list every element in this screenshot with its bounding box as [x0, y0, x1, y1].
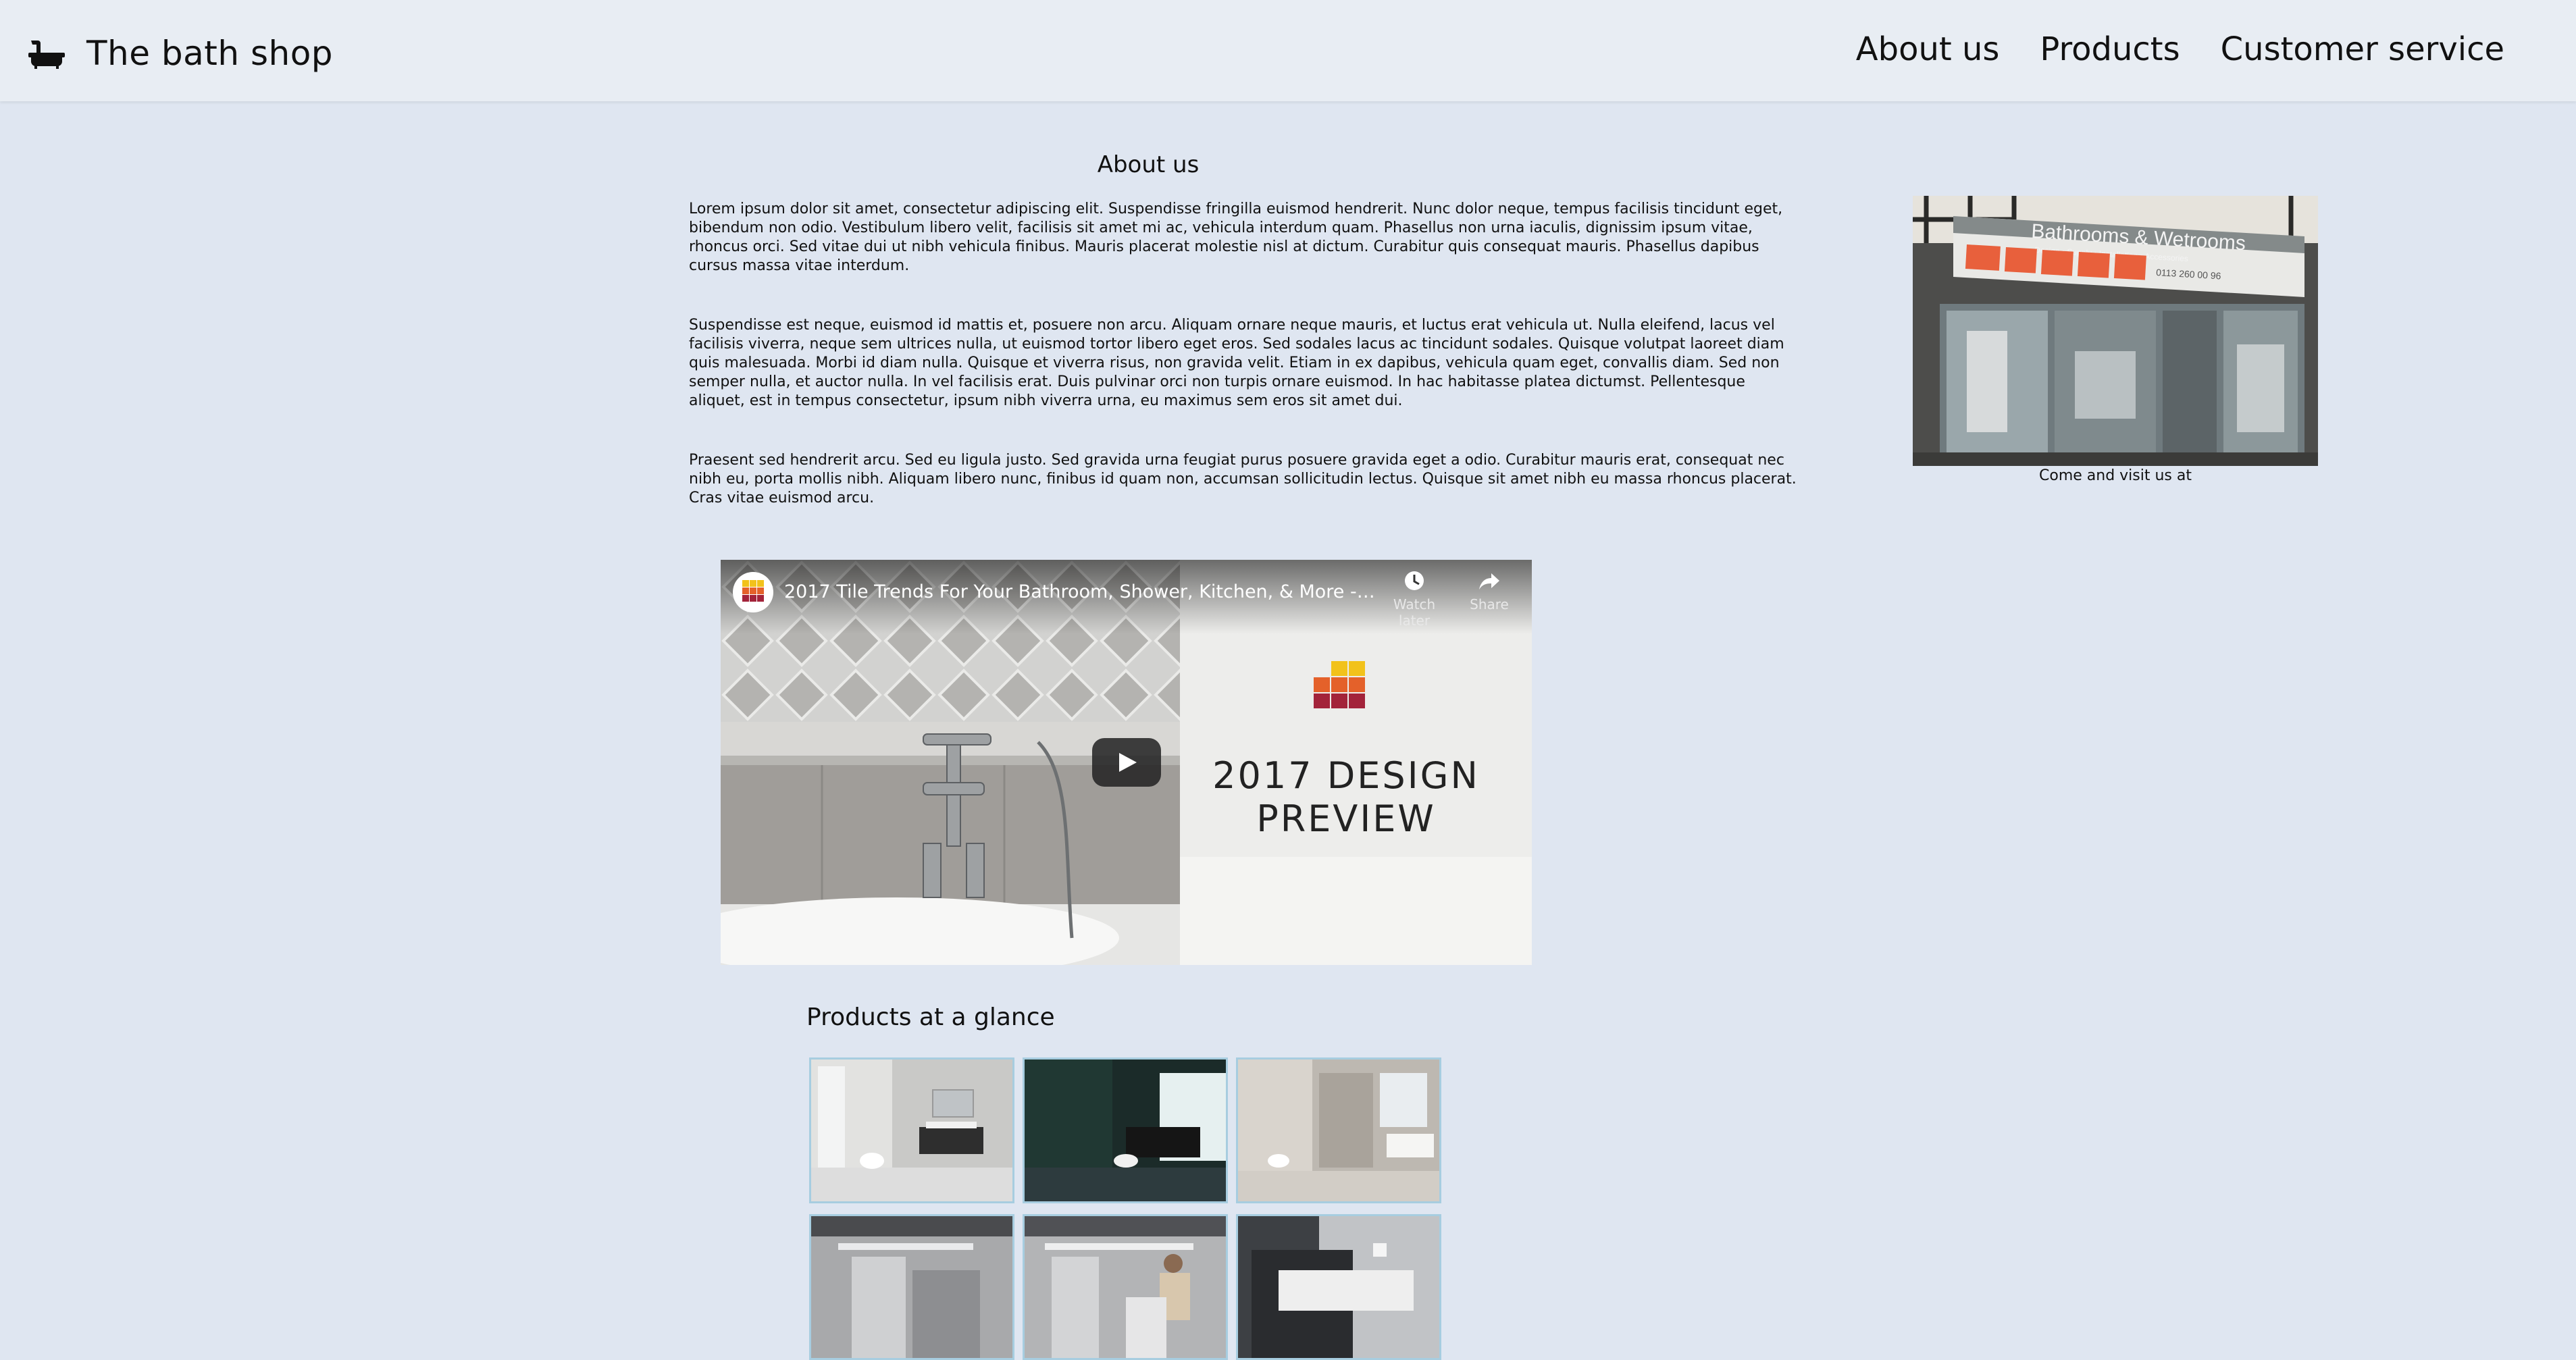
nav-about-us[interactable]: About us: [1856, 30, 2000, 68]
share-icon: [1479, 573, 1499, 590]
nav-products[interactable]: Products: [2040, 30, 2180, 68]
store-caption: Come and visit us at: [2039, 467, 2192, 484]
about-paragraph-1: Lorem ipsum dolor sit amet, consectetur …: [689, 201, 1783, 274]
product-thumbnail-3[interactable]: [1236, 1057, 1441, 1203]
watch-later-label: Watch later: [1393, 596, 1436, 629]
video-embed[interactable]: 2017 DESIGN PREVIEW 2017 Tile Trends For…: [721, 560, 1532, 965]
video-preview-line-1: 2017 DESIGN: [1212, 754, 1480, 797]
play-icon: [1119, 753, 1137, 772]
bathroom-photo-6: [1238, 1216, 1439, 1358]
bathroom-photo-4: [811, 1216, 1012, 1358]
bathroom-photo-2: [1025, 1060, 1226, 1201]
play-button[interactable]: [1092, 738, 1161, 787]
bathroom-photo-1: [811, 1060, 1012, 1201]
channel-logo[interactable]: [733, 572, 773, 612]
nav-customer-service[interactable]: Customer service: [2221, 30, 2504, 68]
brand[interactable]: The bath shop: [27, 30, 333, 77]
video-title[interactable]: 2017 Tile Trends For Your Bathroom, Show…: [784, 581, 1379, 602]
products-heading: Products at a glance: [806, 1003, 1055, 1031]
share-label: Share: [1470, 596, 1509, 612]
about-paragraph-3: Praesent sed hendrerit arcu. Sed eu ligu…: [689, 452, 1797, 506]
brand-name: The bath shop: [86, 34, 334, 73]
video-preview-line-2: PREVIEW: [1256, 797, 1436, 840]
store-front-photo: Bathrooms & Wetrooms Design • Supply • I…: [1913, 196, 2318, 466]
product-thumbnail-4[interactable]: [809, 1214, 1014, 1360]
products-gallery: [809, 1057, 1444, 1360]
product-thumbnail-1[interactable]: [809, 1057, 1014, 1203]
watch-later-button[interactable]: Watch later: [1384, 569, 1445, 629]
store-figure: Bathrooms & Wetrooms Design • Supply • I…: [1913, 196, 2318, 484]
product-thumbnail-2[interactable]: [1023, 1057, 1228, 1203]
bathroom-photo-3: [1238, 1060, 1439, 1201]
product-thumbnail-5[interactable]: [1023, 1214, 1228, 1360]
bathroom-photo-5: [1025, 1216, 1226, 1358]
main-nav: About us Products Customer service: [1856, 26, 2504, 73]
channel-logo-icon: [742, 580, 764, 602]
about-paragraph-2: Suspendisse est neque, euismod id mattis…: [689, 317, 1784, 409]
about-heading: About us: [1097, 151, 1200, 178]
site-header: The bath shop About us Products Customer…: [0, 0, 2576, 101]
about-text: Lorem ipsum dolor sit amet, consectetur …: [689, 200, 1797, 548]
product-thumbnail-6[interactable]: [1236, 1214, 1441, 1360]
share-button[interactable]: Share: [1459, 569, 1520, 612]
clock-icon: [1405, 571, 1424, 590]
bathtub-icon: [28, 41, 65, 69]
